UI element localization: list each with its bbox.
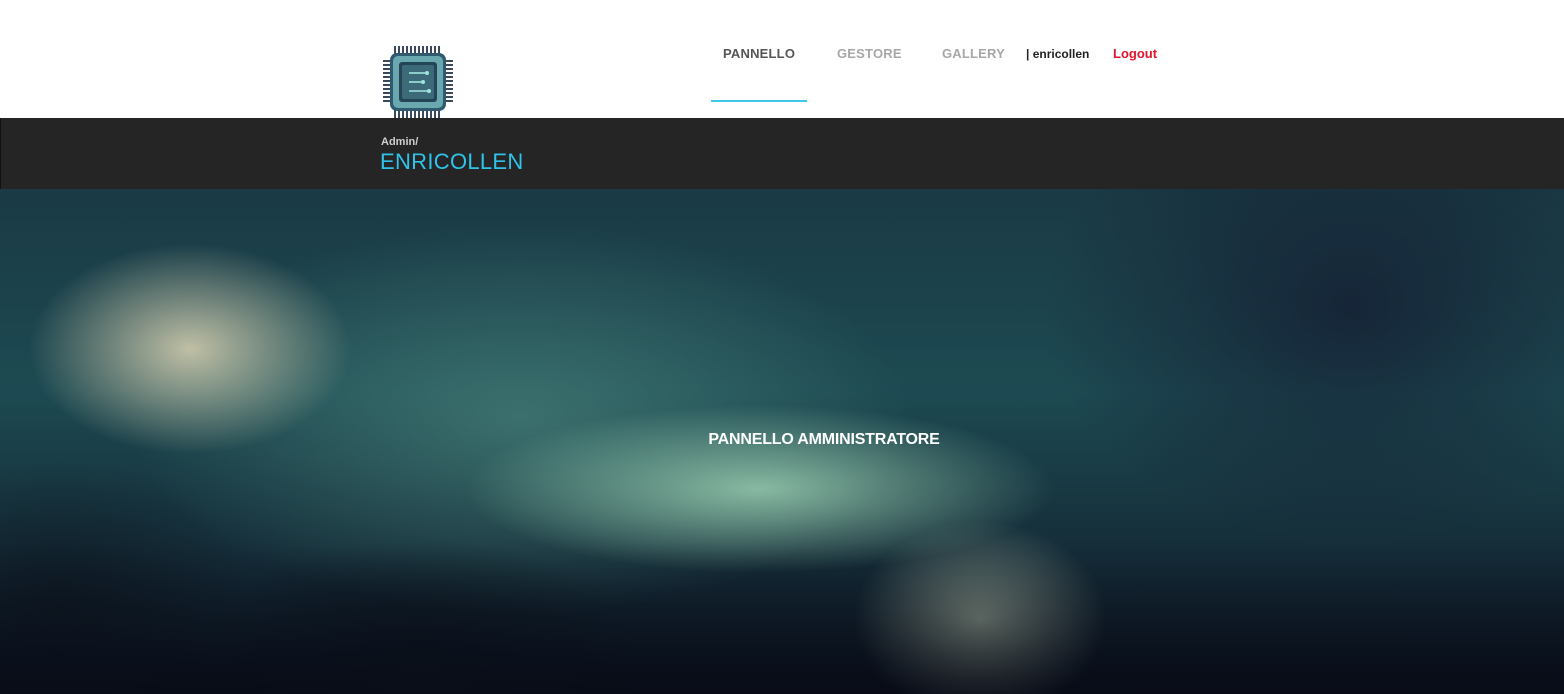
nav-item-pannello[interactable]: PANNELLO xyxy=(723,46,795,61)
nav-item-gallery[interactable]: GALLERY xyxy=(942,46,1005,61)
page-title: ENRICOLLEN xyxy=(380,149,524,174)
logout-link[interactable]: Logout xyxy=(1113,46,1157,61)
nav-item-gestore[interactable]: GESTORE xyxy=(837,46,902,61)
active-nav-underline xyxy=(711,100,807,102)
hero-title: PANNELLO AMMINISTRATORE xyxy=(708,431,940,448)
main-nav: PANNELLO GESTORE GALLERY | enricollen Lo… xyxy=(0,0,1564,118)
hero-banner: PANNELLO AMMINISTRATORE xyxy=(0,189,1564,694)
title-bar: Admin/ ENRICOLLEN xyxy=(0,118,1564,189)
current-user-label: | enricollen xyxy=(1026,47,1090,61)
breadcrumb: Admin/ xyxy=(381,136,419,148)
site-header: PANNELLO GESTORE GALLERY | enricollen Lo… xyxy=(0,0,1564,118)
